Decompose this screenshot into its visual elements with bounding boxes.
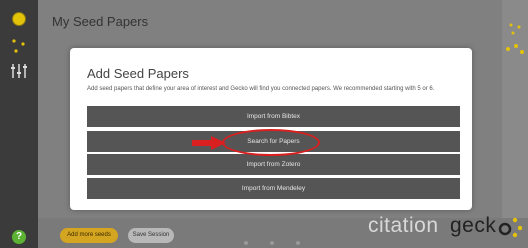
brand-citation-text: citation xyxy=(368,214,439,237)
import-bibtex-button[interactable]: Import from Bibtex xyxy=(87,106,460,127)
brand-gecko-text: geck xyxy=(450,214,497,237)
highlight-circle-annotation xyxy=(222,129,320,156)
network-graph-icon[interactable] xyxy=(10,38,28,54)
pagination-dots xyxy=(244,241,300,245)
page-title: My Seed Papers xyxy=(52,14,149,29)
nodes-icon[interactable] xyxy=(504,42,526,56)
network-icon[interactable] xyxy=(508,22,522,36)
app-logo-icon[interactable] xyxy=(12,12,26,26)
left-sidebar: ? xyxy=(0,0,38,248)
red-arrow-annotation xyxy=(192,136,226,150)
add-seed-papers-modal: Add Seed Papers Add seed papers that def… xyxy=(70,48,472,210)
gecko-dots-icon xyxy=(498,217,523,238)
filter-sliders-icon[interactable] xyxy=(9,62,29,80)
import-mendeley-button[interactable]: Import from Mendeley xyxy=(87,178,460,199)
help-icon[interactable]: ? xyxy=(12,230,26,244)
add-more-seeds-button[interactable]: Add more seeds xyxy=(60,228,118,243)
modal-title: Add Seed Papers xyxy=(87,66,189,81)
import-zotero-button[interactable]: Import from Zotero xyxy=(87,154,460,175)
right-panel-strip xyxy=(502,0,528,248)
save-session-button[interactable]: Save Session xyxy=(128,228,174,243)
citation-gecko-logo: citation geck xyxy=(368,214,528,240)
modal-description: Add seed papers that define your area of… xyxy=(87,86,435,92)
